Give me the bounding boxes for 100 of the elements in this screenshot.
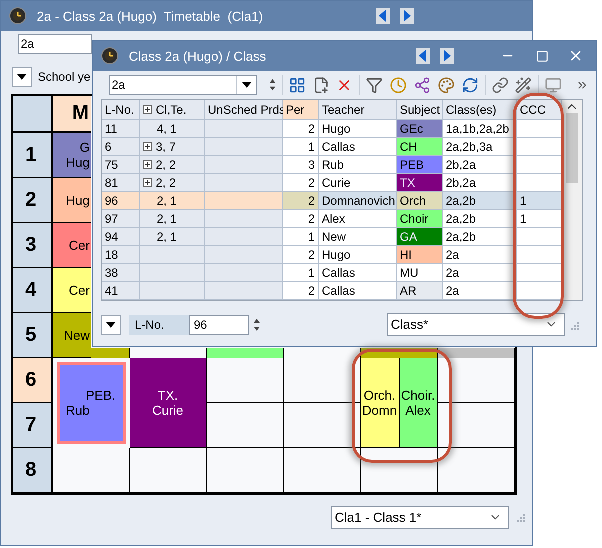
lesson-text: Hug <box>66 192 90 208</box>
timetable-cell[interactable] <box>361 448 438 493</box>
next-button[interactable] <box>400 8 414 24</box>
view-select[interactable]: Class* <box>387 313 565 336</box>
subject-cell: GA <box>397 228 443 246</box>
dropdown-arrow-icon <box>242 82 252 88</box>
scroll-up-icon[interactable] <box>568 104 576 109</box>
next-button[interactable] <box>440 48 454 64</box>
resize-grip-icon[interactable] <box>515 512 525 522</box>
nodes-icon <box>414 76 431 94</box>
timetable-cell[interactable] <box>438 358 515 403</box>
lesson-cell[interactable] <box>91 348 130 358</box>
expand-icon[interactable] <box>143 178 152 187</box>
table-cell: Rub <box>319 156 397 174</box>
timetable-cell[interactable] <box>207 358 284 403</box>
resize-grip-icon[interactable] <box>569 320 579 330</box>
cell-text: 3, 7 <box>156 140 176 154</box>
cell-text: 2, 1 <box>157 212 178 226</box>
timetable-cell[interactable] <box>284 448 361 493</box>
dropdown-button[interactable] <box>12 66 32 86</box>
expand-icon[interactable] <box>143 142 152 151</box>
lesson-cell[interactable]: Choir. Alex <box>400 358 437 447</box>
wand-button[interactable] <box>514 75 534 95</box>
table-cell: 1 <box>283 228 319 246</box>
column-header[interactable]: Class(es) <box>443 100 517 120</box>
monitor-icon <box>545 76 562 94</box>
column-header[interactable]: Subject <box>397 100 443 120</box>
new-file-icon <box>312 76 330 94</box>
previous-button[interactable] <box>376 8 390 24</box>
lesson-cell[interactable]: Hug <box>53 178 91 223</box>
scrollbar[interactable] <box>562 100 582 300</box>
lesson-text: TX. <box>158 388 178 402</box>
lesson-number-field[interactable]: 96 <box>189 314 249 334</box>
lesson-cell[interactable]: TX. Curie <box>130 358 207 448</box>
timetable-cell[interactable] <box>284 358 361 403</box>
palette-button[interactable] <box>436 75 456 95</box>
column-header[interactable]: Per <box>283 100 319 120</box>
dropdown-button[interactable] <box>101 314 121 334</box>
lesson-cell[interactable] <box>207 348 284 358</box>
timetable-cell[interactable] <box>207 403 284 448</box>
lesson-cell[interactable]: PEB. Rub <box>57 362 126 444</box>
table-cell: Callas <box>319 282 397 300</box>
right-arrow-icon <box>403 10 411 22</box>
lesson-text: PEB. <box>85 388 116 403</box>
lesson-cell[interactable]: Orch. Domn <box>361 358 400 447</box>
lesson-cell[interactable]: Cer <box>53 268 91 313</box>
wand-icon <box>515 76 532 94</box>
column-header[interactable]: CCC <box>517 100 562 120</box>
nodes-button[interactable] <box>413 75 432 95</box>
expand-icon[interactable] <box>143 160 152 169</box>
timetable-cell[interactable] <box>130 448 207 493</box>
column-header[interactable]: L-No. <box>102 100 140 120</box>
expand-icon[interactable] <box>143 105 152 114</box>
header-text: L-No. <box>105 102 134 116</box>
table-cell: Callas <box>319 138 397 156</box>
table-cell: 38 <box>102 264 140 282</box>
timetable-cell[interactable] <box>53 448 130 493</box>
school-year-label: School ye <box>38 70 91 84</box>
lesson-cell[interactable] <box>438 348 515 358</box>
lesson-cell[interactable]: New <box>53 313 91 358</box>
window-title: Class 2a (Hugo) / Class <box>129 48 266 64</box>
spinner-icon[interactable] <box>253 316 261 332</box>
table-cell: 2 <box>283 246 319 264</box>
window-title: 2a - Class 2a (Hugo) Timetable (Cla1) <box>37 8 264 24</box>
table-cell: Curie <box>319 174 397 192</box>
lesson-cell[interactable]: G Hug <box>53 133 91 178</box>
timetable-cell[interactable] <box>438 448 515 493</box>
lesson-text: Domn <box>362 402 398 418</box>
table-cell: 1 <box>283 264 319 282</box>
lesson-text: G <box>80 140 90 155</box>
link-button[interactable] <box>490 75 510 95</box>
subject-cell: GEc <box>397 120 443 138</box>
lesson-text: Hug <box>66 155 90 170</box>
spinner-icon[interactable] <box>269 77 277 93</box>
previous-button[interactable] <box>416 48 430 64</box>
table-cell: 94 <box>102 228 140 246</box>
lesson-text: Curie <box>152 402 184 418</box>
subject-cell: PEB <box>397 156 443 174</box>
table-cell: New <box>319 228 397 246</box>
table-cell: 2 <box>283 120 319 138</box>
right-arrow-icon <box>443 50 451 62</box>
cell-text: 2, 2 <box>156 158 176 172</box>
class-field[interactable]: 2a <box>109 75 258 95</box>
cell-text: 4, 1 <box>157 122 178 136</box>
column-header[interactable]: Cl,Te. <box>140 100 205 120</box>
class-field[interactable]: 2a <box>18 34 92 54</box>
timetable-cell[interactable] <box>284 403 361 448</box>
format-select[interactable]: Cla1 - Class 1* <box>331 506 509 528</box>
lesson-number-label: L-No. <box>129 314 189 334</box>
header-text: Subject <box>400 102 440 116</box>
table-cell: Callas <box>319 264 397 282</box>
column-header[interactable]: Teacher <box>319 100 397 120</box>
left-arrow-icon <box>419 50 427 62</box>
subject-cell: Choir <box>397 210 443 228</box>
scrollbar-thumb[interactable] <box>566 113 578 183</box>
timetable-cell[interactable] <box>207 448 284 493</box>
lesson-pair[interactable]: Orch. Domn Choir. Alex <box>361 358 438 448</box>
lesson-cell[interactable]: Cer <box>53 223 91 268</box>
timetable-cell[interactable] <box>438 403 515 448</box>
day-header: M <box>53 96 91 133</box>
